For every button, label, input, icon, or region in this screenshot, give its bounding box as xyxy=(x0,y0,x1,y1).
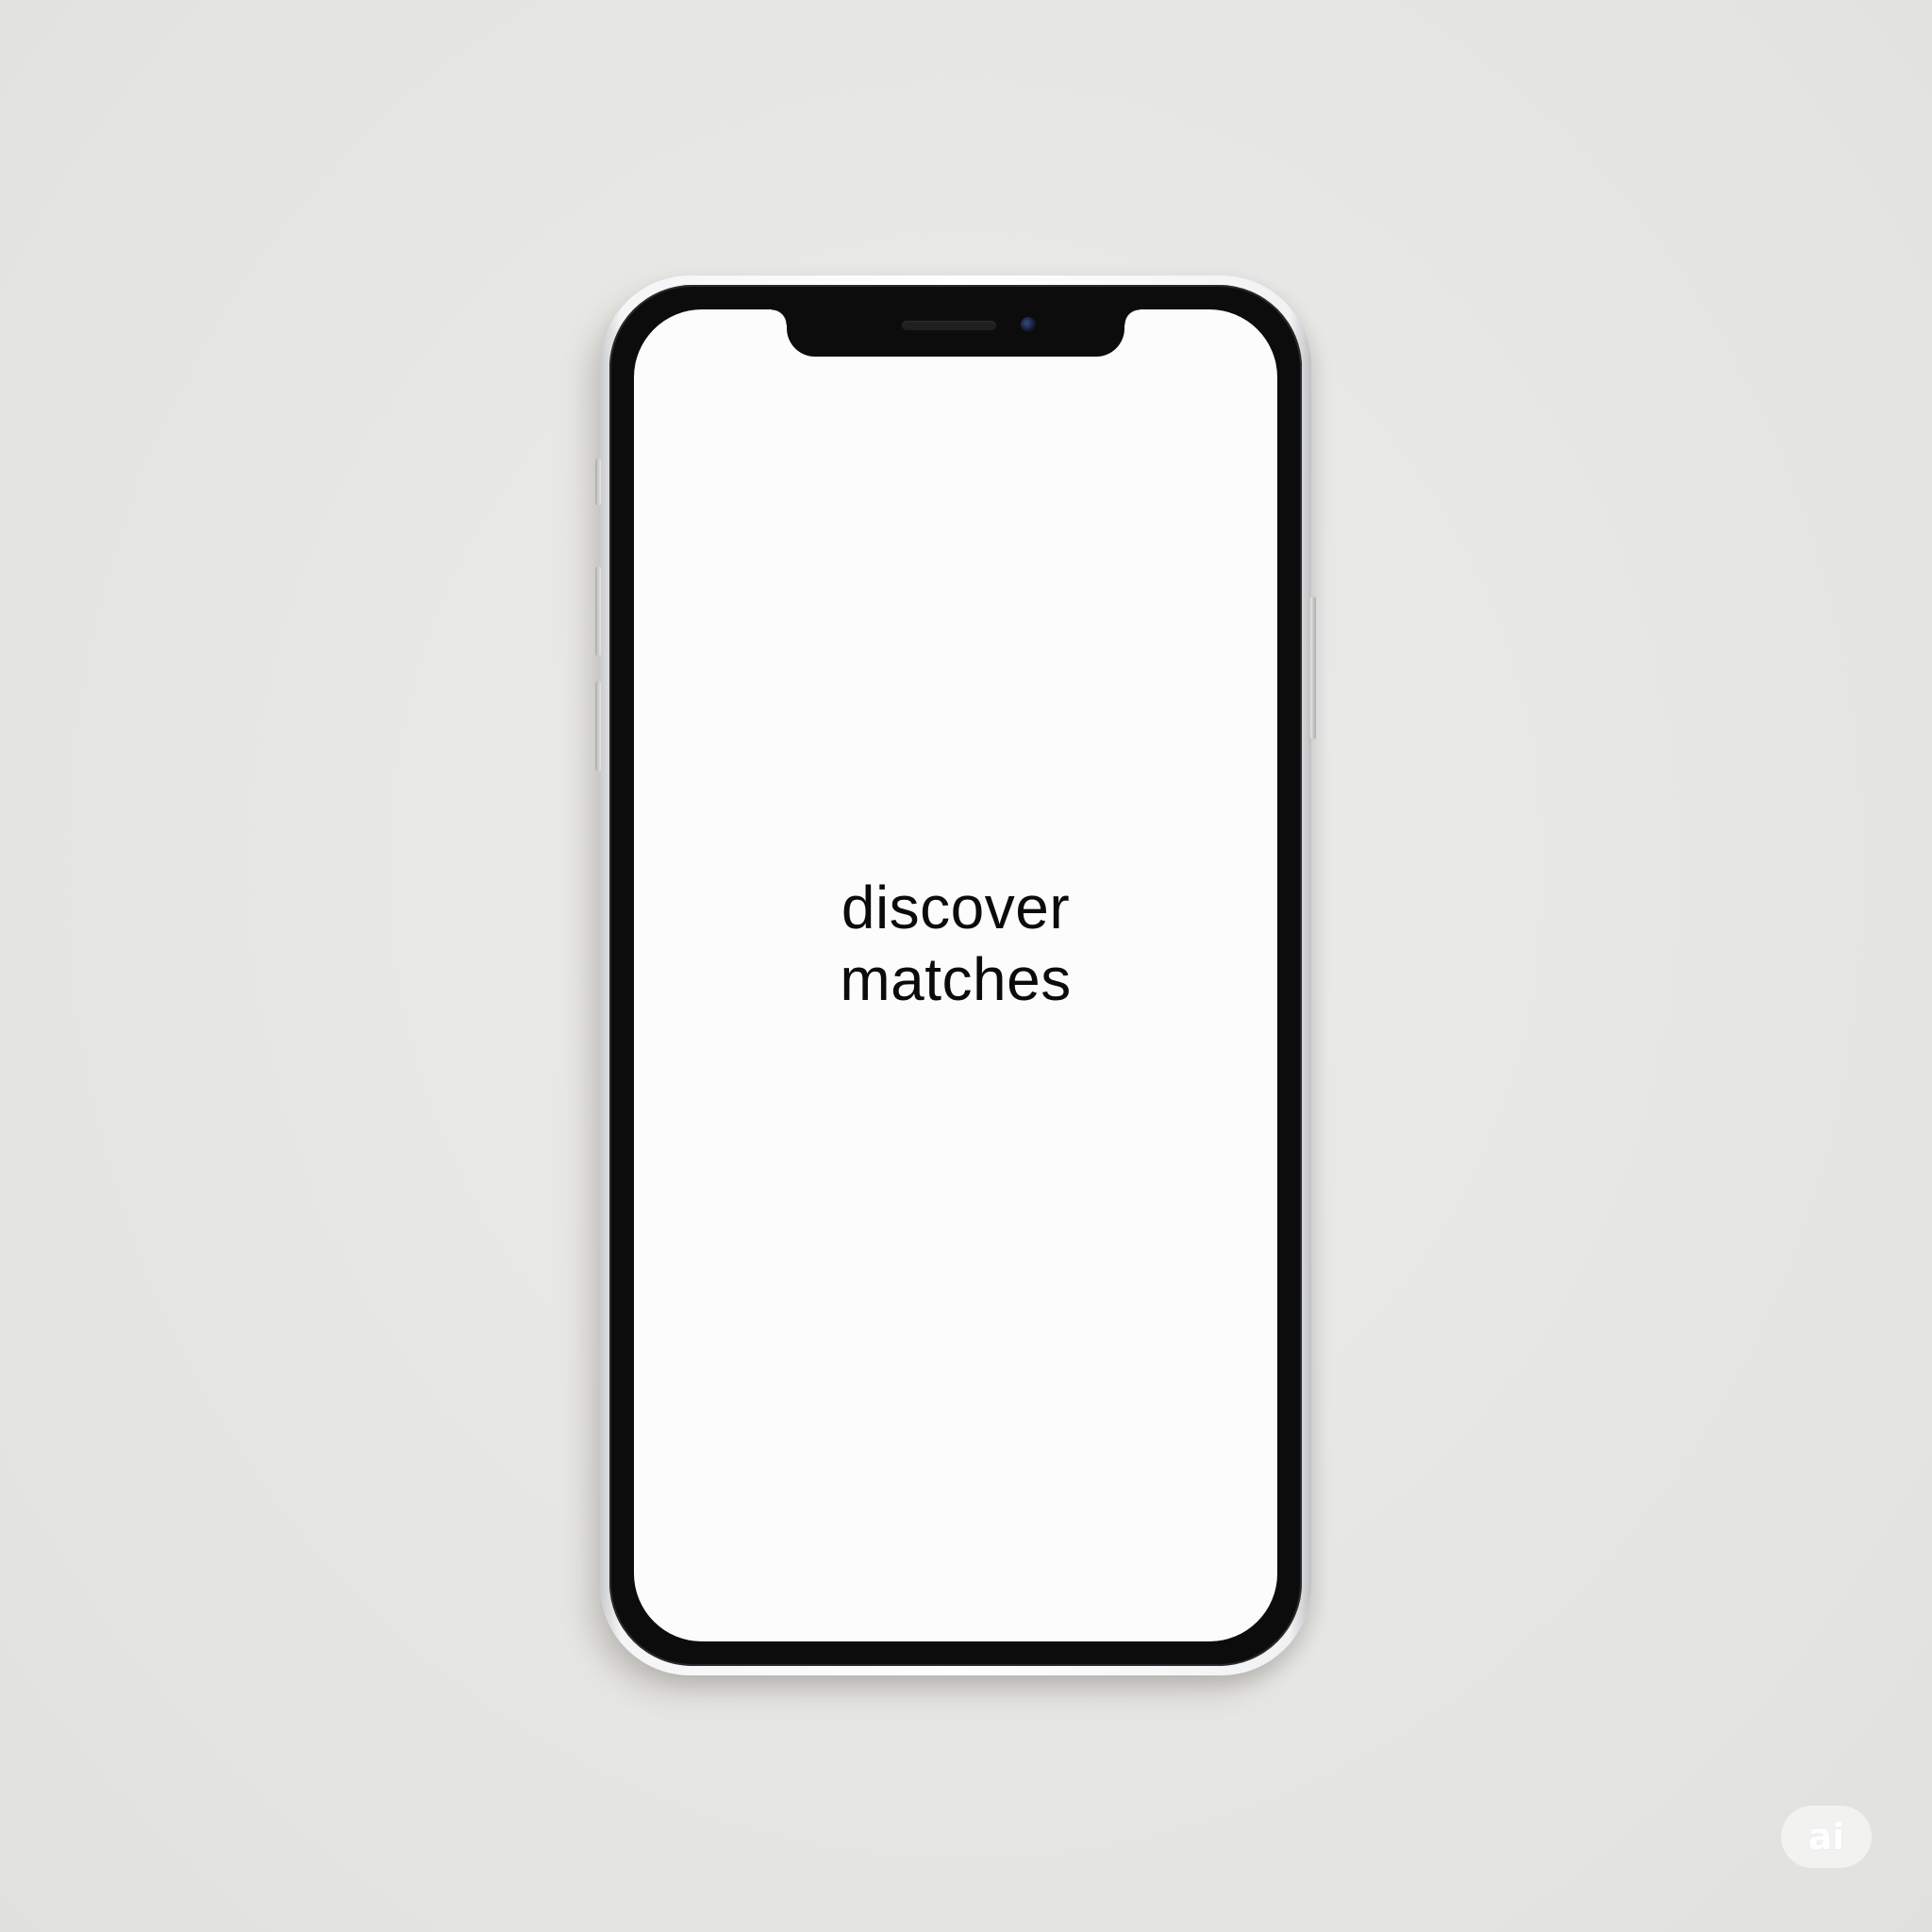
speaker-grille xyxy=(902,321,996,330)
silent-switch xyxy=(595,458,601,506)
ai-watermark-badge: ai xyxy=(1781,1806,1872,1868)
phone-device: discover matches xyxy=(595,275,1316,1675)
notch xyxy=(772,309,1140,357)
phone-screen[interactable]: discover matches xyxy=(634,309,1277,1641)
headline-line-2: matches xyxy=(840,945,1072,1013)
volume-down-button xyxy=(595,681,601,772)
screen-headline: discover matches xyxy=(634,872,1277,1015)
phone-bezel: discover matches xyxy=(609,285,1302,1666)
front-camera-icon xyxy=(1021,317,1036,332)
power-button xyxy=(1310,596,1316,740)
headline-line-1: discover xyxy=(841,874,1071,941)
volume-up-button xyxy=(595,566,601,657)
